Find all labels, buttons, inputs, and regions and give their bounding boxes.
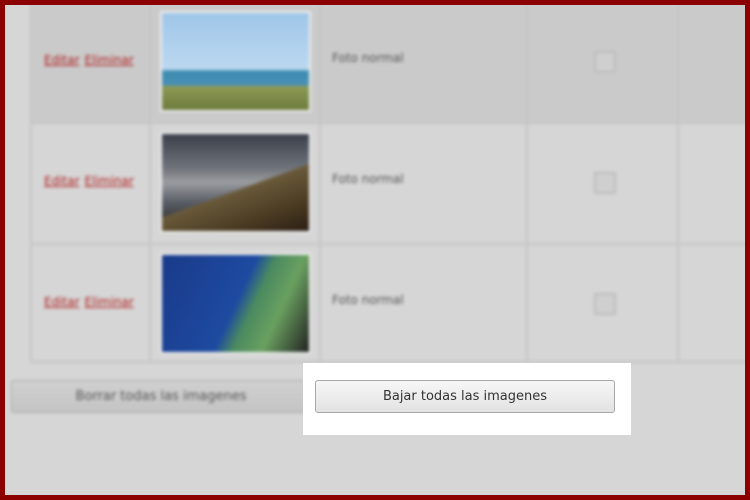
delete-all-button[interactable]: Borrar todas las imagenes — [11, 380, 311, 413]
image-thumbnail[interactable] — [160, 253, 311, 354]
table-row: Editar Eliminar Foto normal — [32, 5, 745, 124]
row-checkbox[interactable] — [594, 51, 616, 73]
image-description: Foto normal — [332, 172, 404, 186]
row-divider — [32, 243, 745, 245]
row-divider — [32, 122, 745, 124]
page-frame: Editar Eliminar Foto normal Editar Elimina… — [5, 5, 745, 495]
delete-link[interactable]: Eliminar — [85, 53, 134, 67]
column-divider — [677, 5, 679, 363]
row-actions: Editar Eliminar — [44, 174, 139, 188]
image-description: Foto normal — [332, 293, 404, 307]
highlight-region: Bajar todas las imagenes — [303, 363, 631, 435]
image-table: Editar Eliminar Foto normal Editar Elimina… — [30, 5, 745, 363]
delete-link[interactable]: Eliminar — [85, 174, 134, 188]
row-actions: Editar Eliminar — [44, 295, 139, 309]
edit-link[interactable]: Editar — [44, 53, 80, 67]
column-divider — [149, 5, 151, 363]
image-description: Foto normal — [332, 51, 404, 65]
row-checkbox[interactable] — [594, 293, 616, 315]
row-checkbox[interactable] — [594, 172, 616, 194]
download-all-button[interactable]: Bajar todas las imagenes — [315, 380, 615, 413]
edit-link[interactable]: Editar — [44, 295, 80, 309]
delete-link[interactable]: Eliminar — [85, 295, 134, 309]
column-divider — [526, 5, 528, 363]
image-thumbnail[interactable] — [160, 11, 311, 112]
row-actions: Editar Eliminar — [44, 53, 139, 67]
column-divider — [319, 5, 321, 363]
image-thumbnail[interactable] — [160, 132, 311, 233]
table-row: Editar Eliminar Foto normal — [32, 124, 745, 245]
table-row: Editar Eliminar Foto normal — [32, 245, 745, 366]
edit-link[interactable]: Editar — [44, 174, 80, 188]
